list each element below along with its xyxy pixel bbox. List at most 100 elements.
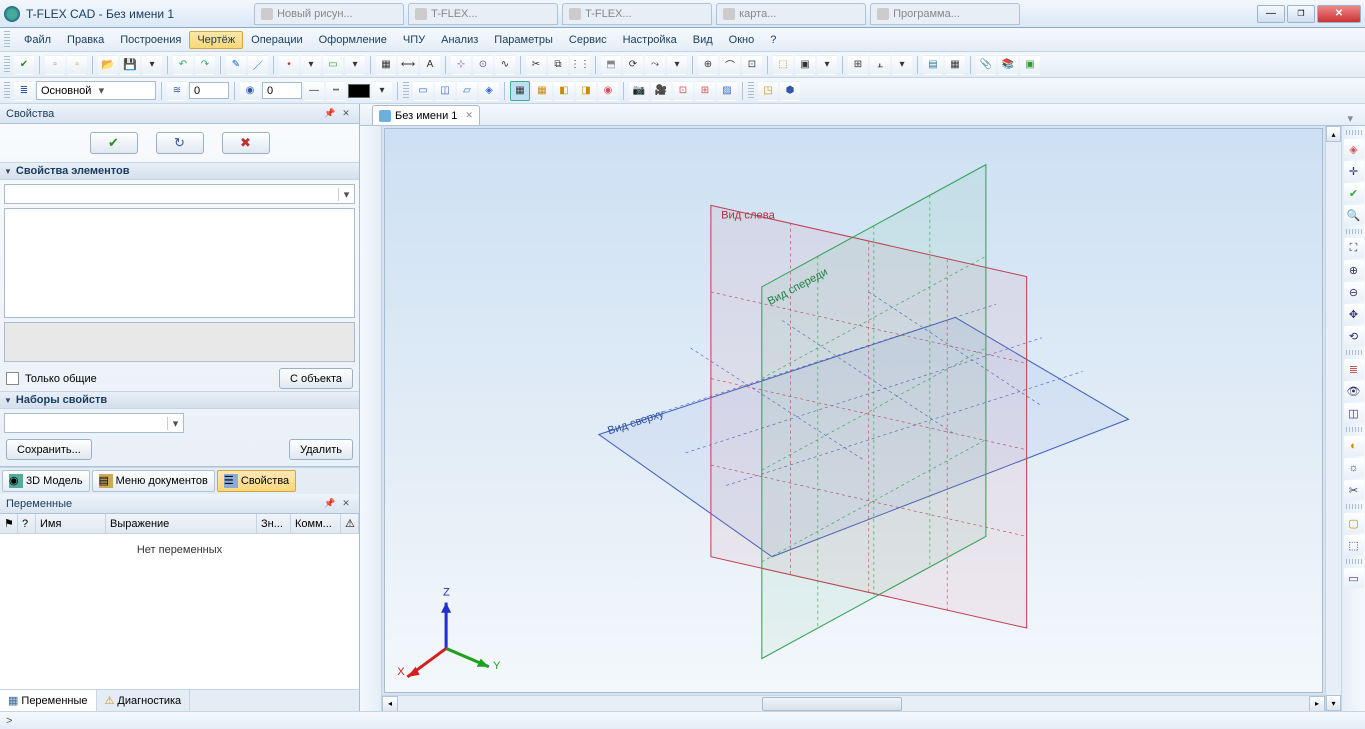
save-icon[interactable] bbox=[120, 55, 140, 75]
dropdown-icon[interactable]: ▾ bbox=[667, 55, 687, 75]
maximize-button[interactable] bbox=[1287, 5, 1315, 23]
property-set-combo[interactable]: ▾ bbox=[4, 413, 184, 433]
only-common-checkbox[interactable] bbox=[6, 372, 19, 385]
hidden-icon[interactable]: ▦ bbox=[532, 81, 552, 101]
grip-icon[interactable] bbox=[4, 56, 10, 74]
scroll-down-icon[interactable]: ▾ bbox=[1326, 695, 1341, 711]
col-name[interactable]: Имя bbox=[36, 514, 106, 533]
confirm-icon[interactable]: ✔ bbox=[14, 55, 34, 75]
revolve-icon[interactable]: ⟳ bbox=[623, 55, 643, 75]
element-type-combo[interactable]: ▾ bbox=[4, 184, 355, 204]
dropdown-icon[interactable]: ▾ bbox=[817, 55, 837, 75]
assembly-icon[interactable]: ⬚ bbox=[773, 55, 793, 75]
bom-icon[interactable]: ▤ bbox=[923, 55, 943, 75]
save-dropdown-icon[interactable]: ▾ bbox=[142, 55, 162, 75]
view-side-icon[interactable]: ◫ bbox=[435, 81, 455, 101]
grip-icon[interactable] bbox=[1346, 427, 1362, 432]
grip-icon[interactable] bbox=[4, 31, 10, 49]
delete-set-button[interactable]: Удалить bbox=[289, 439, 353, 460]
view-front-icon[interactable]: ▭ bbox=[413, 81, 433, 101]
shell-icon[interactable]: ⊡ bbox=[742, 55, 762, 75]
horizontal-scrollbar[interactable]: ◂ ▸ bbox=[382, 695, 1325, 711]
refresh-button[interactable]: ↻ bbox=[156, 132, 204, 154]
thickness-icon[interactable]: — bbox=[304, 81, 324, 101]
shaded-edges-icon[interactable]: ◨ bbox=[576, 81, 596, 101]
bg-tab[interactable]: T-FLEX... bbox=[562, 3, 712, 25]
scroll-up-icon[interactable]: ▴ bbox=[1326, 126, 1341, 142]
col-comment[interactable]: Комм... bbox=[291, 514, 341, 533]
close-tab-icon[interactable]: ✕ bbox=[465, 110, 473, 121]
minimize-button[interactable] bbox=[1257, 5, 1285, 23]
tab-diagnostics[interactable]: ⚠Диагностика bbox=[97, 690, 191, 711]
array-icon[interactable]: ⋮⋮ bbox=[570, 55, 590, 75]
fit-icon[interactable]: ⛶ bbox=[1344, 238, 1364, 258]
menu-file[interactable]: Файл bbox=[16, 31, 59, 49]
tab-3d-model[interactable]: ◉3D Модель bbox=[2, 470, 90, 492]
render-icon[interactable]: ◉ bbox=[598, 81, 618, 101]
camera2-icon[interactable]: 🎥 bbox=[651, 81, 671, 101]
menu-operations[interactable]: Операции bbox=[243, 31, 310, 49]
view-top-icon[interactable]: ▱ bbox=[457, 81, 477, 101]
light-icon[interactable]: ☼ bbox=[1344, 458, 1364, 478]
bg-tab[interactable]: T-FLEX... bbox=[408, 3, 558, 25]
collapse-icon[interactable]: ▼ bbox=[4, 167, 12, 176]
section-view-icon[interactable]: ◫ bbox=[1344, 403, 1364, 423]
new-3d-icon[interactable]: ▫ bbox=[67, 55, 87, 75]
apply-button[interactable]: ✔ bbox=[90, 132, 138, 154]
section-sets-header[interactable]: ▼ Наборы свойств bbox=[0, 391, 359, 409]
col-expr[interactable]: Выражение bbox=[106, 514, 257, 533]
pan-icon[interactable]: ✥ bbox=[1344, 304, 1364, 324]
menu-parameters[interactable]: Параметры bbox=[486, 31, 561, 49]
axes-icon[interactable]: ✛ bbox=[1344, 161, 1364, 181]
wireframe-icon[interactable]: ▦ bbox=[510, 81, 530, 101]
check-icon[interactable]: ✔ bbox=[1344, 183, 1364, 203]
from-object-button[interactable]: С объекта bbox=[279, 368, 353, 389]
attach-icon[interactable]: 📎 bbox=[976, 55, 996, 75]
rect-icon[interactable]: ▭ bbox=[323, 55, 343, 75]
circle-icon[interactable]: ⊙ bbox=[473, 55, 493, 75]
bg-tab[interactable]: Программа... bbox=[870, 3, 1020, 25]
show-icon[interactable]: ▣ bbox=[1020, 55, 1040, 75]
menu-drawing[interactable]: Чертёж bbox=[189, 31, 243, 49]
section-icon[interactable]: ▨ bbox=[717, 81, 737, 101]
box-prim-icon[interactable]: ▢ bbox=[1344, 513, 1364, 533]
grip-icon[interactable] bbox=[1346, 504, 1362, 509]
pin-icon[interactable]: 📌 bbox=[323, 107, 337, 121]
dropdown-icon[interactable]: ▾ bbox=[301, 55, 321, 75]
menu-edit[interactable]: Правка bbox=[59, 31, 112, 49]
col-q[interactable]: ? bbox=[18, 514, 36, 533]
trim-icon[interactable]: ✂ bbox=[526, 55, 546, 75]
cyl-icon[interactable]: ⬢ bbox=[780, 81, 800, 101]
grid-icon[interactable]: ⊞ bbox=[848, 55, 868, 75]
part-icon[interactable]: ▣ bbox=[795, 55, 815, 75]
table-icon[interactable]: ▦ bbox=[945, 55, 965, 75]
layer-mgr-icon[interactable]: ≣ bbox=[1344, 359, 1364, 379]
menu-view[interactable]: Вид bbox=[685, 31, 721, 49]
camera-icon[interactable]: 📷 bbox=[629, 81, 649, 101]
grip-icon[interactable] bbox=[1346, 350, 1362, 355]
menu-settings[interactable]: Настройка bbox=[615, 31, 685, 49]
library-icon[interactable]: 📚 bbox=[998, 55, 1018, 75]
level-input[interactable] bbox=[189, 82, 229, 99]
cancel-button[interactable]: ✖ bbox=[222, 132, 270, 154]
camera4-icon[interactable]: ⊞ bbox=[695, 81, 715, 101]
menu-help[interactable]: ? bbox=[762, 31, 784, 49]
grip-icon[interactable] bbox=[1346, 130, 1362, 135]
redo-icon[interactable] bbox=[195, 55, 215, 75]
linetype-icon[interactable]: ┅ bbox=[326, 81, 346, 101]
menu-cnc[interactable]: ЧПУ bbox=[395, 31, 433, 49]
layer-combo[interactable]: Основной▾ bbox=[36, 81, 156, 100]
save-set-button[interactable]: Сохранить... bbox=[6, 439, 92, 460]
show-all-icon[interactable]: 👁 bbox=[1344, 381, 1364, 401]
wire-icon[interactable]: ⬚ bbox=[1344, 535, 1364, 555]
sweep-icon[interactable]: ⤳ bbox=[645, 55, 665, 75]
open-icon[interactable] bbox=[98, 55, 118, 75]
bg-tab[interactable]: карта... bbox=[716, 3, 866, 25]
spline-icon[interactable]: ∿ bbox=[495, 55, 515, 75]
color-swatch[interactable] bbox=[348, 84, 370, 98]
col-warn[interactable]: ⚠ bbox=[341, 514, 359, 533]
close-icon[interactable]: ✕ bbox=[339, 107, 353, 121]
axis-icon[interactable]: ⊹ bbox=[451, 55, 471, 75]
dropdown-icon[interactable]: ▾ bbox=[372, 81, 392, 101]
grip-icon[interactable] bbox=[748, 82, 754, 100]
